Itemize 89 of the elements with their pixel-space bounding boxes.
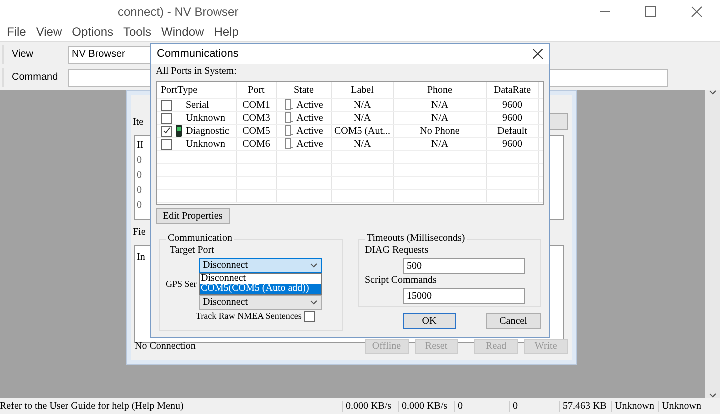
script-commands-field[interactable]: 15000 <box>403 288 525 304</box>
window-title: connect) - NV Browser <box>118 5 240 19</box>
menu-item[interactable]: Tools <box>118 24 157 41</box>
table-cell: N/A <box>394 99 487 111</box>
menu-item[interactable]: Help <box>209 24 244 41</box>
port-icon <box>284 112 294 124</box>
status-field: 0 <box>454 400 509 412</box>
table-cell: Default <box>487 125 539 137</box>
port-checkbox[interactable] <box>161 100 172 110</box>
caret-icon <box>310 300 318 305</box>
list-header: II <box>137 140 144 152</box>
table-cell: Unknown <box>186 112 226 124</box>
script-commands-label: Script Commands <box>365 275 438 287</box>
caret-icon <box>310 263 318 268</box>
column-header[interactable]: Phone <box>394 82 487 98</box>
status-field: Unknown <box>658 400 705 412</box>
column-header[interactable]: Port <box>237 82 277 98</box>
edit-properties-button[interactable]: Edit Properties <box>156 208 230 224</box>
group-legend: Timeouts (Milliseconds) <box>365 233 468 245</box>
dropdown-option[interactable]: COM5(COM5 (Auto add)) <box>200 284 321 294</box>
table-cell: N/A <box>332 99 394 111</box>
column-header[interactable]: PortType <box>157 82 237 98</box>
table-cell: 9600 <box>487 99 539 111</box>
port-icon <box>284 125 294 137</box>
list-row[interactable]: 0 <box>137 155 142 167</box>
table-cell: Active <box>296 126 324 136</box>
table-cell: N/A <box>394 112 487 124</box>
table-cell: COM3 <box>237 112 277 124</box>
menu-item[interactable]: Window <box>156 24 210 41</box>
status-field: Unknown <box>611 400 658 412</box>
caret-icon <box>708 393 716 398</box>
caret-icon <box>708 90 716 95</box>
close-icon[interactable] <box>533 49 543 59</box>
field-label: Fie <box>133 227 146 239</box>
status-field: 0.000 KB/s <box>398 400 454 412</box>
menu-item[interactable]: Options <box>67 24 118 41</box>
menu-item[interactable]: File <box>2 24 32 41</box>
table-cell: N/A <box>332 138 394 150</box>
group-legend: Communication <box>166 233 234 245</box>
menu-item[interactable]: View <box>31 24 68 41</box>
scrollbar[interactable] <box>705 90 720 398</box>
table-cell: N/A <box>332 112 394 124</box>
field-header: In <box>137 252 146 263</box>
status-field: 0 <box>509 400 559 412</box>
table-cell: Active <box>296 100 324 110</box>
column-header[interactable]: DataRate <box>487 82 539 98</box>
column-header[interactable]: State <box>277 82 332 98</box>
diag-requests-label: DIAG Requests <box>365 245 430 257</box>
port-icon <box>284 99 294 111</box>
track-nmea-checkbox[interactable] <box>304 311 315 322</box>
table-cell: Serial <box>186 100 210 110</box>
status-message: Refer to the User Guide for help (Help Menu) <box>0 400 185 412</box>
table-cell: Active <box>296 138 324 150</box>
ports-label: All Ports in System: <box>156 66 238 78</box>
port-checkbox[interactable] <box>161 138 172 150</box>
ok-button[interactable]: OK <box>403 313 456 329</box>
table-cell: COM6 <box>237 138 277 150</box>
command-label: Command <box>12 71 60 84</box>
track-nmea-label: Track Raw NMEA Sentences <box>196 311 302 322</box>
port-checkbox[interactable] <box>161 126 172 136</box>
table-cell: 9600 <box>487 138 539 150</box>
gps-port-combo[interactable]: Disconnect <box>199 295 322 310</box>
table-cell: 9600 <box>487 112 539 124</box>
table-cell: Active <box>296 112 324 124</box>
table-cell: COM5 <box>237 125 277 137</box>
list-row[interactable]: 0 <box>137 185 142 197</box>
status-field: 57.463 KB <box>559 400 611 412</box>
target-port-label: Target Port <box>169 245 216 257</box>
connection-status: No Connection <box>135 340 197 352</box>
column-header[interactable]: Label <box>332 82 394 98</box>
port-icon <box>284 138 294 150</box>
table-cell: N/A <box>394 138 487 150</box>
view-label: View <box>12 48 34 61</box>
item-label: Ite <box>133 117 144 129</box>
status-field: 0.000 KB/s <box>342 400 398 412</box>
table-cell: No Phone <box>394 125 487 137</box>
list-row[interactable]: 0 <box>137 170 142 182</box>
table-cell: COM5 (Aut... <box>332 125 394 137</box>
dialog-title: Communications <box>157 48 239 60</box>
gps-port-label: GPS Ser <box>166 278 197 290</box>
diag-requests-field[interactable]: 500 <box>403 258 525 274</box>
list-row[interactable]: 0 <box>137 200 142 212</box>
phone-icon <box>175 125 183 137</box>
table-cell: Unknown <box>186 138 226 150</box>
table-cell: Diagnostic <box>186 126 230 136</box>
port-checkbox[interactable] <box>161 112 172 124</box>
table-cell: COM1 <box>237 99 277 111</box>
cancel-button[interactable]: Cancel <box>486 313 541 329</box>
target-port-combo[interactable]: Disconnect <box>199 258 322 273</box>
